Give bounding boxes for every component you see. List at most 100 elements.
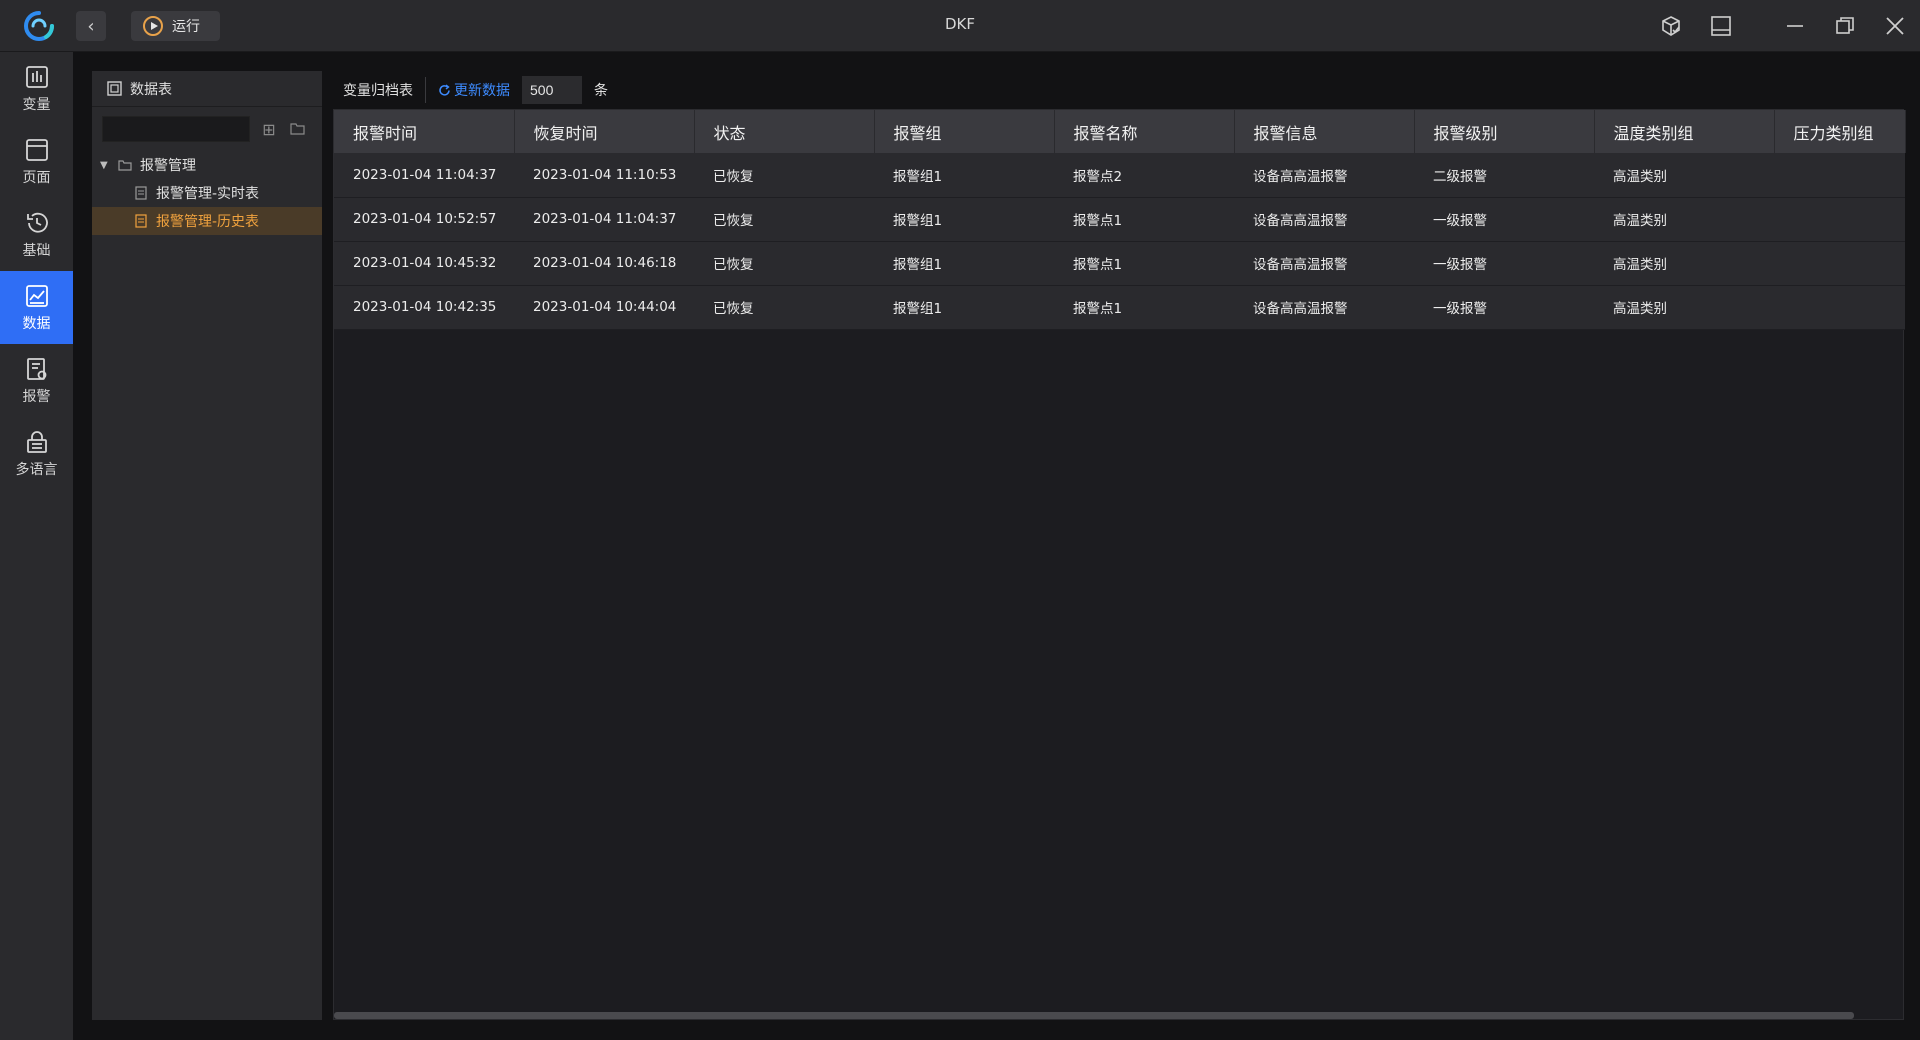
restore-button[interactable] — [1820, 0, 1870, 52]
table-cell: 报警点2 — [1054, 153, 1234, 198]
table-cell: 2023-01-04 10:52:57 — [334, 197, 514, 242]
table-cell: 2023-01-04 11:04:37 — [514, 197, 694, 242]
refresh-label: 更新数据 — [454, 83, 510, 99]
table-cell: 设备高高温报警 — [1234, 285, 1414, 330]
tree-item-label: 报警管理-实时表 — [156, 186, 260, 202]
toolbar-divider — [425, 77, 426, 103]
close-icon — [1886, 17, 1904, 35]
tree-folder-alarm-management[interactable]: ▼ 报警管理 — [92, 151, 322, 179]
left-nav: 变量 页面 基础 数据 报警 多语言 — [0, 52, 73, 1040]
refresh-icon — [439, 83, 450, 96]
table-cell: 报警点1 — [1054, 241, 1234, 286]
tree-search-input[interactable] — [102, 116, 250, 142]
chart-bars-icon — [25, 65, 48, 88]
table-row[interactable]: 2023-01-04 10:52:57 2023-01-04 11:04:37 … — [334, 197, 1905, 242]
refresh-data-button[interactable]: 更新数据 — [438, 80, 510, 100]
table-doc-icon — [135, 214, 147, 228]
column-header[interactable]: 状态 — [694, 110, 875, 153]
add-item-icon[interactable]: ⊞ — [260, 120, 278, 139]
table-cell: 设备高高温报警 — [1234, 153, 1414, 198]
table-cell: 2023-01-04 10:42:35 — [334, 285, 514, 330]
data-chart-icon — [25, 284, 48, 307]
tree-item-label: 报警管理-历史表 — [156, 214, 260, 230]
table-cell: 已恢复 — [694, 241, 874, 286]
data-toolbar: 变量归档表 更新数据 条 — [333, 71, 1904, 109]
window-title: DKF — [944, 15, 975, 33]
table-cell: 设备高高温报警 — [1234, 197, 1414, 242]
nav-label-variables: 变量 — [22, 96, 51, 113]
nav-item-language[interactable]: 多语言 — [0, 417, 73, 490]
nav-label-basic: 基础 — [22, 242, 51, 259]
nav-label-pages: 页面 — [22, 169, 51, 186]
table-cell: 报警组1 — [874, 153, 1054, 198]
data-table-tree-panel: 数据表 ⊞ ▼ 报警管理 报警管理-实时表 报警管理-历史表 — [92, 71, 322, 1020]
table-cell: 报警组1 — [874, 241, 1054, 286]
restore-icon — [1836, 17, 1854, 34]
column-header[interactable]: 报警级别 — [1414, 110, 1595, 153]
nav-item-pages[interactable]: 页面 — [0, 125, 73, 198]
table-cell — [1774, 197, 1905, 242]
table-cell: 报警点1 — [1054, 197, 1234, 242]
table-cell: 2023-01-04 10:45:32 — [334, 241, 514, 286]
package-check-icon — [1662, 16, 1680, 36]
nav-item-data[interactable]: 数据 — [0, 271, 73, 344]
column-header[interactable]: 恢复时间 — [514, 110, 695, 153]
table-cell: 2023-01-04 10:44:04 — [514, 285, 694, 330]
main-content: 变量归档表 更新数据 条 报警时间 恢复时间 状态 报警组 — [333, 71, 1906, 1020]
table-doc-icon — [135, 186, 147, 200]
table-cell: 二级报警 — [1414, 153, 1594, 198]
column-header[interactable]: 报警时间 — [334, 110, 515, 153]
table-cell: 2023-01-04 11:04:37 — [334, 153, 514, 198]
language-lock-icon — [26, 430, 47, 453]
data-table-icon — [107, 81, 122, 96]
column-header[interactable]: 报警名称 — [1054, 110, 1235, 153]
table-row[interactable]: 2023-01-04 11:04:37 2023-01-04 11:10:53 … — [334, 153, 1905, 198]
table-cell — [1774, 241, 1905, 286]
table-row[interactable]: 2023-01-04 10:42:35 2023-01-04 10:44:04 … — [334, 285, 1905, 330]
package-check-button[interactable] — [1646, 0, 1696, 52]
panel-layout-button[interactable] — [1696, 0, 1746, 52]
minimize-button[interactable] — [1770, 0, 1820, 52]
column-header[interactable]: 温度类别组 — [1594, 110, 1775, 153]
table-header-row: 报警时间 恢复时间 状态 报警组 报警名称 报警信息 报警级别 温度类别组 压力… — [334, 110, 1906, 153]
table-cell: 高温类别 — [1594, 241, 1774, 286]
table-cell: 报警点1 — [1054, 285, 1234, 330]
tree-item-realtime-table[interactable]: 报警管理-实时表 — [92, 179, 322, 207]
tree-folder-label: 报警管理 — [140, 158, 196, 174]
table-cell: 报警组1 — [874, 197, 1054, 242]
folder-icon — [118, 160, 132, 171]
nav-label-language: 多语言 — [15, 461, 58, 478]
records-table-container: 报警时间 恢复时间 状态 报警组 报警名称 报警信息 报警级别 温度类别组 压力… — [333, 109, 1906, 1020]
add-folder-icon[interactable] — [288, 120, 306, 139]
horizontal-scrollbar[interactable] — [334, 1012, 1854, 1019]
column-header[interactable]: 报警信息 — [1234, 110, 1415, 153]
minimize-icon — [1787, 25, 1803, 27]
tree-item-history-table[interactable]: 报警管理-历史表 — [92, 207, 322, 235]
table-cell: 已恢复 — [694, 197, 874, 242]
close-button[interactable] — [1870, 0, 1920, 52]
nav-item-alarm[interactable]: 报警 — [0, 344, 73, 417]
table-cell: 2023-01-04 11:10:53 — [514, 153, 694, 198]
table-cell: 报警组1 — [874, 285, 1054, 330]
column-header[interactable]: 压力类别组 — [1774, 110, 1906, 153]
record-count-unit: 条 — [594, 83, 608, 99]
caret-down-icon[interactable]: ▼ — [100, 160, 110, 171]
table-cell: 2023-01-04 10:46:18 — [514, 241, 694, 286]
table-cell: 高温类别 — [1594, 285, 1774, 330]
column-header[interactable]: 报警组 — [874, 110, 1055, 153]
page-window-icon — [25, 138, 48, 161]
nav-item-variables[interactable]: 变量 — [0, 52, 73, 125]
alarm-doc-icon — [26, 357, 46, 380]
table-cell: 已恢复 — [694, 153, 874, 198]
panel-layout-icon — [1711, 16, 1731, 36]
nav-item-basic[interactable]: 基础 — [0, 198, 73, 271]
table-row[interactable]: 2023-01-04 10:45:32 2023-01-04 10:46:18 … — [334, 241, 1905, 286]
nav-label-data: 数据 — [22, 315, 51, 332]
table-cell — [1774, 285, 1905, 330]
title-bar: ‹ 运行 DKF — [0, 0, 1920, 52]
table-cell: 设备高高温报警 — [1234, 241, 1414, 286]
table-cell: 一级报警 — [1414, 241, 1594, 286]
record-count-input[interactable] — [522, 76, 582, 104]
clock-history-icon — [26, 212, 48, 233]
table-cell: 高温类别 — [1594, 197, 1774, 242]
